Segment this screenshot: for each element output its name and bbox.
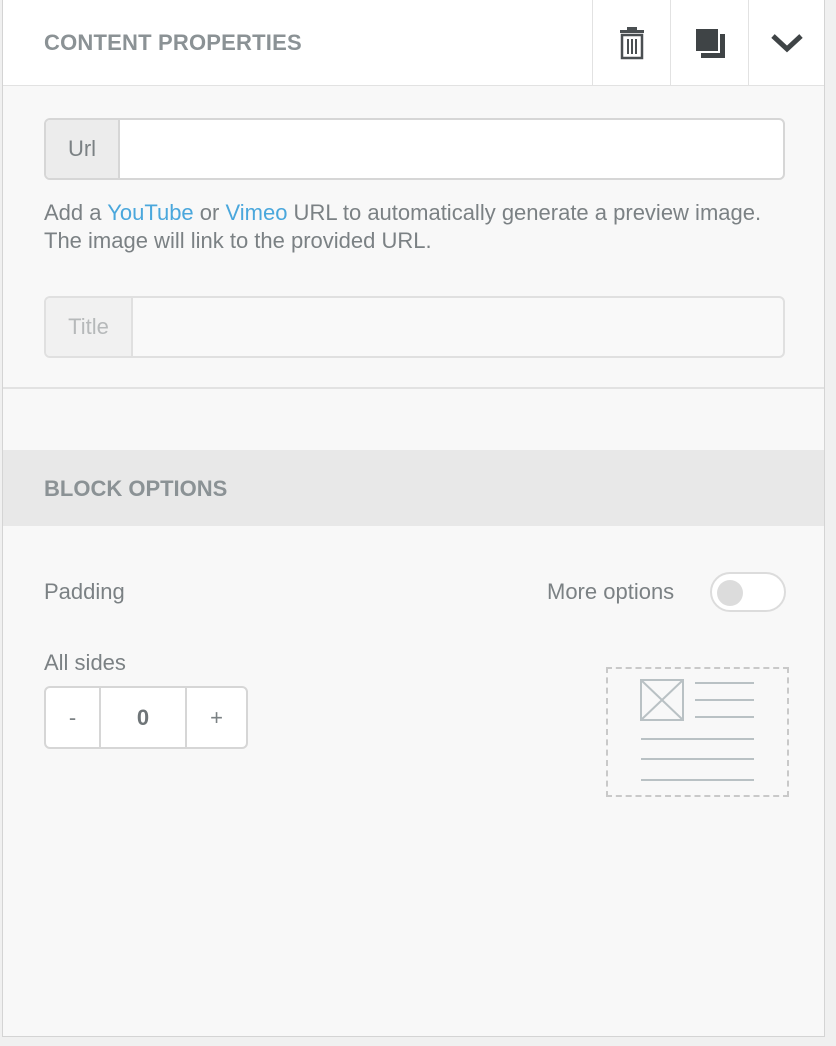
title-field: Title [44, 296, 785, 358]
chevron-down-icon [770, 34, 803, 53]
title-input[interactable] [133, 298, 783, 356]
delete-button[interactable] [592, 0, 670, 86]
url-field: Url [44, 118, 785, 180]
increment-button[interactable]: + [187, 688, 246, 747]
more-options-toggle[interactable] [710, 572, 786, 612]
padding-preview [606, 667, 789, 797]
more-options-label: More options [547, 579, 675, 604]
youtube-link[interactable]: YouTube [107, 200, 193, 225]
content-properties-header: CONTENT PROPERTIES [3, 0, 824, 86]
content-properties-title: CONTENT PROPERTIES [44, 30, 302, 55]
url-help-text: Add a YouTube or Vimeo URL to automatica… [44, 199, 789, 255]
help-text-prefix: Add a [44, 200, 108, 225]
block-options-header: BLOCK OPTIONS [3, 450, 824, 526]
trash-icon [619, 27, 644, 60]
duplicate-button[interactable] [670, 0, 748, 86]
padding-stepper: - 0 + [44, 686, 248, 749]
url-addon-label: Url [46, 120, 120, 178]
duplicate-icon [693, 27, 725, 58]
toggle-knob [717, 580, 743, 606]
decrement-button[interactable]: - [46, 688, 99, 747]
vimeo-link[interactable]: Vimeo [225, 200, 287, 225]
all-sides-label: All sides [44, 650, 126, 675]
collapse-button[interactable] [748, 0, 824, 86]
title-addon-label: Title [46, 298, 133, 356]
padding-label: Padding [44, 579, 125, 604]
url-input[interactable] [120, 120, 783, 178]
properties-panel: CONTENT PROPERTIES Url Add a YouTube or … [2, 0, 825, 1037]
padding-value[interactable]: 0 [99, 688, 187, 747]
block-options-title: BLOCK OPTIONS [44, 476, 228, 501]
section-divider [3, 387, 824, 389]
padding-preview-icon [640, 679, 754, 781]
help-text-middle: or [193, 200, 226, 225]
